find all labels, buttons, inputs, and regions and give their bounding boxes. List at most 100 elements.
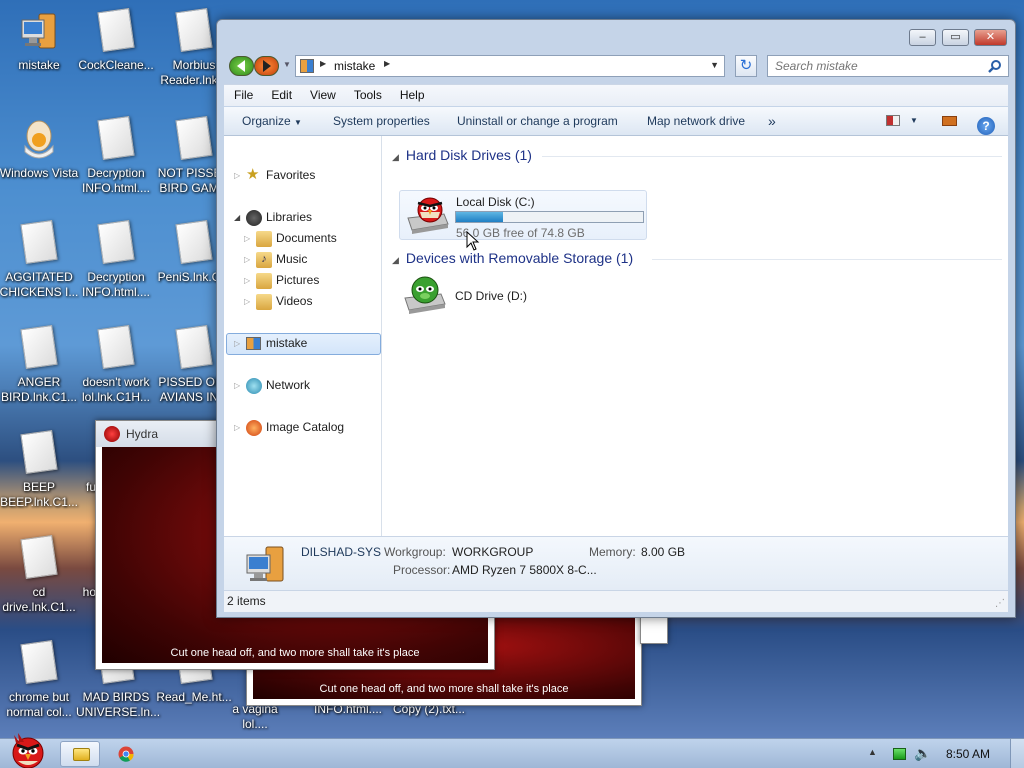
refresh-button[interactable]: ↻: [735, 55, 757, 77]
system-properties-button[interactable]: System properties: [333, 107, 430, 135]
nav-network[interactable]: ▷ Network: [234, 375, 374, 396]
desktop-icon-file[interactable]: Decryption INFO.html....: [76, 115, 156, 196]
group-header-hard-disk-drives[interactable]: ◢ Hard Disk Drives (1): [392, 147, 532, 163]
expand-arrow-icon[interactable]: ▷: [244, 291, 254, 312]
desktop-icon-label: mistake: [18, 58, 60, 72]
expand-arrow-icon[interactable]: ▷: [234, 165, 244, 186]
navigation-pane: ▷ ★ Favorites ◢ Libraries ▷ Documents ▷ …: [224, 136, 382, 536]
map-network-drive-button[interactable]: Map network drive: [647, 107, 745, 135]
maximize-button[interactable]: ▭: [942, 29, 969, 46]
expand-arrow-icon[interactable]: ▷: [244, 249, 254, 270]
document-icon: [19, 534, 59, 581]
breadcrumb-separator-icon: ▶: [320, 59, 327, 68]
taskbar-clock[interactable]: 8:50 AM: [946, 739, 990, 768]
nav-image-catalog[interactable]: ▷ Image Catalog: [234, 417, 379, 438]
desktop-icon-file[interactable]: CockCleane...: [76, 7, 156, 73]
documents-folder-icon: [256, 231, 272, 247]
chrome-icon: [118, 746, 134, 762]
show-desktop-button[interactable]: [1010, 739, 1024, 768]
expand-arrow-icon[interactable]: ▷: [234, 417, 244, 438]
menu-file[interactable]: File: [224, 85, 261, 106]
computer-name: DILSHAD-SYS: [301, 545, 382, 559]
workgroup-value: WORKGROUP: [452, 545, 534, 559]
start-button[interactable]: [4, 731, 50, 768]
collapse-arrow-icon[interactable]: ◢: [234, 207, 244, 228]
expand-arrow-icon[interactable]: ▷: [244, 270, 254, 291]
show-hidden-icons-button[interactable]: ▲: [868, 747, 877, 757]
group-header-removable-storage[interactable]: ◢ Devices with Removable Storage (1): [392, 250, 633, 266]
desktop-icon-file[interactable]: AGGITATED CHICKENS I...: [0, 219, 79, 300]
menu-tools[interactable]: Tools: [344, 85, 390, 106]
nav-music[interactable]: ▷ ♪ Music: [244, 249, 374, 270]
memory-value: 8.00 GB: [641, 545, 686, 559]
group-divider: [652, 259, 1002, 260]
document-icon: [19, 219, 59, 266]
volume-tray-icon[interactable]: 🔈: [914, 745, 931, 762]
address-dropdown-icon[interactable]: ▼: [710, 60, 719, 70]
document-icon: [19, 324, 59, 371]
menu-view[interactable]: View: [300, 85, 344, 106]
drive-cd-d[interactable]: CD Drive (D:): [399, 272, 647, 316]
taskbar-explorer-button[interactable]: [60, 741, 100, 767]
more-commands-button[interactable]: »: [768, 107, 776, 135]
desktop-icon-file[interactable]: chrome but normal col...: [0, 639, 79, 720]
drive-local-disk-c[interactable]: Local Disk (C:) 56.0 GB free of 74.8 GB: [399, 190, 647, 240]
document-icon: [19, 429, 59, 476]
desktop-icon-computer[interactable]: mistake: [0, 10, 79, 73]
organize-label: Organize: [242, 114, 291, 128]
music-folder-icon: ♪: [256, 252, 272, 268]
explorer-window: – ▭ ✕ ▼ ▶ mistake ▶ ▼ ↻ FileEditViewTool…: [216, 19, 1016, 618]
help-icon: ?: [977, 117, 995, 135]
desktop-icon-file[interactable]: Decryption INFO.html....: [76, 219, 156, 300]
uninstall-program-button[interactable]: Uninstall or change a program: [457, 107, 618, 135]
organize-button[interactable]: Organize ▼: [242, 107, 302, 137]
breadcrumb-chevron-icon[interactable]: ▶: [384, 59, 390, 68]
search-box[interactable]: [767, 55, 1009, 77]
nav-libraries[interactable]: ◢ Libraries: [234, 207, 374, 228]
search-icon[interactable]: [988, 59, 1002, 73]
nav-favorites[interactable]: ▷ ★ Favorites: [234, 165, 374, 186]
forward-button[interactable]: [254, 56, 279, 76]
desktop-icon-label: AGGITATED CHICKENS I...: [0, 270, 79, 299]
nav-documents[interactable]: ▷ Documents: [244, 228, 374, 249]
desktop-icon-file[interactable]: ANGER BIRD.lnk.C1...: [0, 324, 79, 405]
menu-help[interactable]: Help: [390, 85, 433, 106]
collapse-arrow-icon[interactable]: ◢: [392, 152, 399, 162]
nav-label: Libraries: [266, 210, 313, 224]
close-button[interactable]: ✕: [974, 29, 1007, 46]
breadcrumb-mistake[interactable]: mistake: [334, 59, 375, 73]
desktop-icon-file[interactable]: doesn't work lol.lnk.C1H...: [76, 324, 156, 405]
back-button[interactable]: [229, 56, 254, 76]
command-bar: Organize ▼ System properties Uninstall o…: [224, 107, 1008, 136]
collapse-arrow-icon[interactable]: ◢: [392, 255, 399, 265]
forward-arrow-icon: [263, 60, 271, 72]
desktop-icon-label: Windows Vista: [0, 166, 79, 180]
minimize-button[interactable]: –: [909, 29, 936, 46]
nav-computer[interactable]: ▷ mistake: [234, 333, 374, 354]
computer-icon: [246, 546, 284, 582]
nav-pictures[interactable]: ▷ Pictures: [244, 270, 374, 291]
expand-arrow-icon[interactable]: ▷: [234, 333, 244, 354]
group-divider: [542, 156, 1002, 157]
desktop-icon-label: Read_Me.ht...: [156, 690, 232, 704]
desktop-icon-windows-vista[interactable]: Windows Vista: [0, 118, 79, 181]
nav-videos[interactable]: ▷ Videos: [244, 291, 374, 312]
status-bar: 2 items ⋰: [224, 590, 1008, 612]
computer-icon: [19, 10, 59, 54]
address-bar[interactable]: ▶ mistake ▶ ▼: [295, 55, 725, 77]
taskbar-chrome-button[interactable]: [106, 741, 146, 767]
network-tray-icon[interactable]: [893, 748, 906, 760]
network-icon: [246, 378, 262, 394]
expand-arrow-icon[interactable]: ▷: [244, 228, 254, 249]
view-icon: [886, 115, 900, 126]
view-options-dropdown[interactable]: ▼: [910, 107, 918, 135]
search-input[interactable]: [768, 56, 978, 76]
menu-edit[interactable]: Edit: [261, 85, 300, 106]
recent-pages-dropdown[interactable]: ▼: [283, 60, 291, 69]
desktop-icon-label: a vagina lol....: [232, 702, 278, 731]
desktop-icon-file[interactable]: a vagina lol....: [230, 702, 280, 732]
hydra-icon: [104, 426, 120, 442]
resize-grip-icon[interactable]: ⋰: [995, 593, 1005, 614]
star-icon: ★: [246, 166, 260, 183]
expand-arrow-icon[interactable]: ▷: [234, 375, 244, 396]
